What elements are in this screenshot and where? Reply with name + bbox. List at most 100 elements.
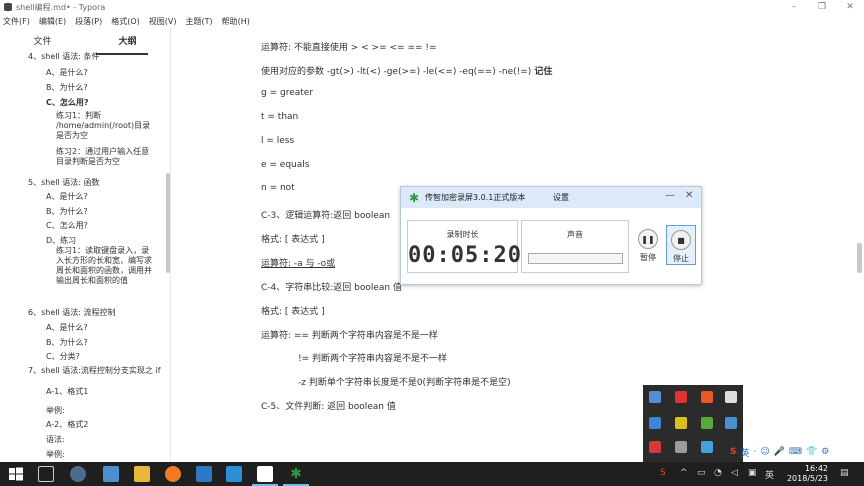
skin-icon[interactable]: 👕 xyxy=(806,447,817,457)
close-button[interactable]: ✕ xyxy=(836,0,864,14)
editor-line: l = less xyxy=(261,136,294,146)
outline-item[interactable]: 练习1：判断 /home/admin(/root)目录是否为空 xyxy=(56,111,156,141)
outline-item[interactable]: 练习1：读取键盘录入，录入长方形的长和宽，编写求周长和面积的函数，调用并输出周长… xyxy=(56,246,156,286)
task-view-icon[interactable] xyxy=(38,466,54,482)
tray-app-icon[interactable] xyxy=(725,391,737,403)
pause-button[interactable]: ❚❚ 暂停 xyxy=(633,225,663,265)
emoji-icon[interactable]: ☺ xyxy=(760,447,769,457)
tray-app-icon[interactable] xyxy=(725,417,737,429)
outline-item[interactable]: B、为什么? xyxy=(46,338,161,348)
menu-edit[interactable]: 编辑(E) xyxy=(39,16,66,27)
editor-line-text: 运算符: 不能直接使用 > < >= <= == != xyxy=(261,43,437,53)
tray-input-icon[interactable]: 英 xyxy=(765,468,774,481)
outline-item[interactable]: A、是什么? xyxy=(46,323,161,333)
editor-scrollbar[interactable] xyxy=(857,243,862,273)
app-icon[interactable] xyxy=(196,466,212,482)
outline-item[interactable]: 6、shell 语法: 流程控制 xyxy=(28,308,161,318)
tray-chevron-icon[interactable]: ^ xyxy=(680,468,688,478)
menu-help[interactable]: 帮助(H) xyxy=(222,16,250,27)
outline-item[interactable]: D、练习 xyxy=(46,236,161,246)
recorder-taskbar-icon[interactable]: ✱ xyxy=(288,466,304,482)
outline-item[interactable]: C、怎么用? xyxy=(46,221,161,231)
tray-volume-icon[interactable] xyxy=(701,391,713,403)
ime-settings-icon[interactable]: ⚙ xyxy=(821,447,829,457)
tray-network-icon[interactable]: ▭ xyxy=(697,468,706,478)
pause-icon: ❚❚ xyxy=(638,229,658,249)
outline-item[interactable]: 练习2：通过用户输入任意目录判断是否为空 xyxy=(56,147,156,167)
recorder-settings-link[interactable]: 设置 xyxy=(553,192,569,203)
typora-app-icon xyxy=(4,3,12,11)
sogou-icon[interactable]: S xyxy=(730,447,736,457)
recorder-title-bar[interactable]: ✱ 传智加密录屏3.0.1正式版本 设置 — ✕ xyxy=(401,187,701,208)
ime-punct[interactable]: · xyxy=(754,447,757,457)
recorder-close-button[interactable]: ✕ xyxy=(685,190,693,201)
editor-line: 使用对应的参数 -gt(>) -lt(<) -ge(>=) -le(<=) -e… xyxy=(261,64,552,77)
tray-app-icon[interactable] xyxy=(649,417,661,429)
maximize-button[interactable]: ❐ xyxy=(808,0,836,14)
system-clock[interactable]: 16:42 2018/5/23 xyxy=(787,464,828,484)
editor-emphasis: 记住 xyxy=(534,67,553,77)
tray-app-icon[interactable] xyxy=(649,441,661,453)
recorder-minimize-button[interactable]: — xyxy=(665,190,675,201)
tray-wifi-icon[interactable]: ◔ xyxy=(714,468,722,478)
menu-view[interactable]: 视图(V) xyxy=(149,16,177,27)
editor-line-text: 格式: [ 表达式 ] xyxy=(261,307,325,317)
recorder-title: 传智加密录屏3.0.1正式版本 xyxy=(425,193,526,202)
menu-theme[interactable]: 主题(T) xyxy=(185,16,212,27)
editor-line-text: t = than xyxy=(261,112,299,122)
taskbar: ✱ S ^ ▭ ◔ ◁ ▣ 英 16:42 2018/5/23 ▤ xyxy=(0,462,864,486)
screen-recorder-window: ✱ 传智加密录屏3.0.1正式版本 设置 — ✕ 录制时长 00:05:20 声… xyxy=(400,186,702,285)
tray-app-icon[interactable] xyxy=(649,391,661,403)
editor-line: 运算符: 不能直接使用 > < >= <= == != xyxy=(261,40,437,53)
tray-app-icon[interactable] xyxy=(675,417,687,429)
clock-date: 2018/5/23 xyxy=(786,474,828,483)
outline-item[interactable]: B、为什么? xyxy=(46,207,161,217)
ime-lang[interactable]: 英 xyxy=(740,446,749,459)
tray-volume-icon[interactable]: ◁ xyxy=(731,468,738,478)
tray-display-icon[interactable]: ▣ xyxy=(748,468,757,478)
file-explorer-icon[interactable] xyxy=(134,466,150,482)
firefox-icon[interactable] xyxy=(165,466,181,482)
minimize-button[interactable]: – xyxy=(780,0,808,14)
sound-label: 声音 xyxy=(567,230,583,239)
app-icon[interactable] xyxy=(226,466,242,482)
editor-line: e = equals xyxy=(261,160,309,170)
app-icon[interactable] xyxy=(103,466,119,482)
duration-panel: 录制时长 00:05:20 xyxy=(407,220,521,273)
typora-taskbar-icon[interactable] xyxy=(257,466,273,482)
outline-item[interactable]: B、为什么? xyxy=(46,83,161,93)
sidebar-scrollbar[interactable] xyxy=(166,173,170,273)
mic-icon[interactable]: 🎤 xyxy=(774,447,785,457)
outline-item[interactable]: A-2、格式2 xyxy=(46,420,161,430)
editor-line: -z 判断单个字符串长度是不是0(判断字符串是不是空) xyxy=(298,375,511,388)
tray-app-icon[interactable] xyxy=(675,391,687,403)
outline-item[interactable]: A-1、格式1 xyxy=(46,387,161,397)
app-icon[interactable] xyxy=(70,466,86,482)
tray-sogou-icon[interactable]: S xyxy=(660,468,666,478)
outline-item[interactable]: A、是什么? xyxy=(46,192,161,202)
pause-label: 暂停 xyxy=(640,253,656,262)
editor-line: C-4、字符串比较:返回 boolean 值 xyxy=(261,280,402,293)
tray-app-icon[interactable] xyxy=(701,417,713,429)
sound-panel: 声音 xyxy=(521,220,629,273)
outline-item[interactable]: 举例: xyxy=(46,406,161,416)
menu-file[interactable]: 文件(F) xyxy=(3,16,30,27)
outline-item[interactable]: C、怎么用? xyxy=(46,98,161,108)
menu-format[interactable]: 格式(O) xyxy=(111,16,140,27)
notification-center-icon[interactable]: ▤ xyxy=(840,468,849,478)
outline-item[interactable]: 语法: xyxy=(46,435,161,445)
outline-item[interactable]: 7、shell 语法:流程控制分支实现之 if xyxy=(28,366,161,376)
stop-button[interactable]: ■ 停止 xyxy=(666,225,696,265)
editor-line-text: e = equals xyxy=(261,160,310,170)
outline-item[interactable]: A、是什么? xyxy=(46,68,161,78)
outline-item[interactable]: 举例: xyxy=(46,450,161,460)
editor-line-text: C-4、字符串比较:返回 boolean 值 xyxy=(261,283,402,293)
start-icon[interactable] xyxy=(8,466,24,482)
keyboard-icon[interactable]: ⌨ xyxy=(789,447,802,457)
menu-paragraph[interactable]: 段落(P) xyxy=(75,16,102,27)
outline-item[interactable]: C、分类? xyxy=(46,352,161,362)
outline-item[interactable]: 5、shell 语法: 函数 xyxy=(28,178,161,188)
tray-app-icon[interactable] xyxy=(701,441,713,453)
tray-app-icon[interactable] xyxy=(675,441,687,453)
outline-item[interactable]: 4、shell 语法: 条件 xyxy=(28,52,161,62)
